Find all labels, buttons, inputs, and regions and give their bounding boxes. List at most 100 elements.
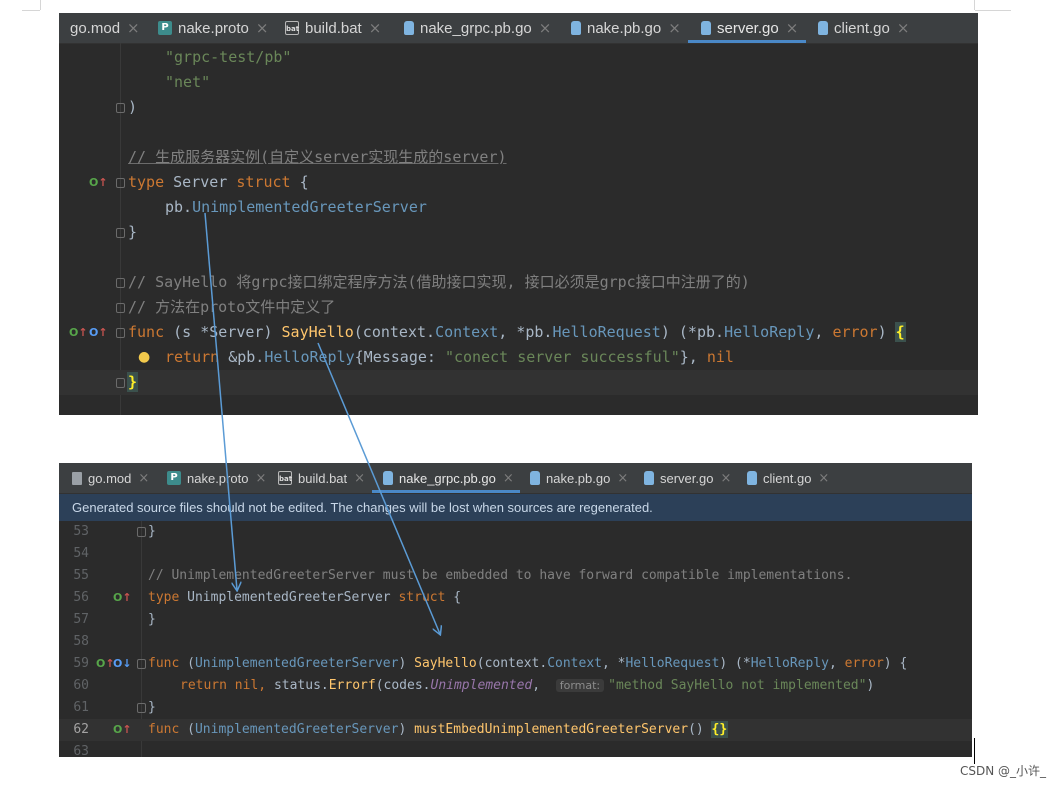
tab-server-go[interactable]: server.go × xyxy=(644,463,731,493)
fold-marker-icon[interactable] xyxy=(137,659,146,669)
tab-nake-pb-go[interactable]: nake.pb.go × xyxy=(571,13,681,43)
code-line: type UnimplementedGreeterServer struct { xyxy=(148,590,462,605)
fold-marker-icon[interactable] xyxy=(116,278,125,288)
line-number: 58 xyxy=(73,634,89,649)
override-marker-icon[interactable]: O↑ xyxy=(89,320,108,345)
fold-marker-icon[interactable] xyxy=(137,703,146,713)
close-icon[interactable]: × xyxy=(255,471,266,486)
code-line: func (UnimplementedGreeterServer) mustEm… xyxy=(148,721,729,738)
close-icon[interactable]: × xyxy=(354,471,365,486)
close-icon[interactable]: × xyxy=(138,471,149,486)
bottom-editor-panel: go.mod × Pnake.proto × bat build.bat × nake_… xyxy=(59,463,972,757)
code-line: // 方法在proto文件中定义了 xyxy=(128,298,336,316)
tab-label: build.bat xyxy=(298,470,348,486)
fold-marker-icon[interactable] xyxy=(116,178,125,188)
code-line: pb.UnimplementedGreeterServer xyxy=(165,198,427,216)
page-corner-mark xyxy=(22,10,40,11)
page-corner-mark xyxy=(40,0,41,10)
implemented-marker-icon[interactable]: O↓ xyxy=(113,653,132,675)
line-number: 60 xyxy=(73,678,89,693)
close-icon[interactable]: × xyxy=(127,19,140,37)
line-number: 55 xyxy=(73,568,89,583)
close-icon[interactable]: × xyxy=(720,471,731,486)
watermark: CSDN @_小许_ xyxy=(959,764,1046,778)
implementation-marker-icon[interactable]: O↑ xyxy=(113,587,132,609)
close-icon[interactable]: × xyxy=(503,471,514,486)
fold-marker-icon[interactable] xyxy=(116,328,125,338)
parameter-hint: format: xyxy=(555,679,605,692)
tab-label: nake_grpc.pb.go xyxy=(420,19,532,37)
code-line: func (UnimplementedGreeterServer) SayHel… xyxy=(148,656,908,671)
implementation-marker-icon[interactable]: O↑ xyxy=(113,719,132,741)
code-line: } xyxy=(148,700,156,715)
go-file-icon xyxy=(571,21,581,35)
bat-file-icon: bat xyxy=(278,471,292,485)
code-line: func (s *Server) SayHello(context.Contex… xyxy=(128,322,906,342)
tab-build-bat[interactable]: bat build.bat × xyxy=(278,463,365,493)
tab-nake-grpc-pb-go[interactable]: nake_grpc.pb.go × xyxy=(372,463,520,493)
tab-go-mod[interactable]: go.mod × xyxy=(59,13,140,43)
fold-marker-icon[interactable] xyxy=(137,527,146,537)
line-number: 59 xyxy=(73,656,89,671)
tab-label: server.go xyxy=(660,470,714,486)
line-number: 63 xyxy=(73,744,89,755)
top-editor-panel: go.mod × Pnake.proto × bat build.bat × nake_… xyxy=(59,13,978,415)
tab-label: nake.pb.go xyxy=(587,19,662,37)
implementation-marker-icon[interactable]: O↑ xyxy=(89,170,108,195)
close-icon[interactable]: × xyxy=(369,19,382,37)
tab-nake-proto[interactable]: Pnake.proto × xyxy=(167,463,266,493)
go-file-icon xyxy=(747,471,757,485)
fold-marker-icon[interactable] xyxy=(116,103,125,113)
line-number: 56 xyxy=(73,590,89,605)
fold-marker-icon[interactable] xyxy=(116,378,125,388)
close-icon[interactable]: × xyxy=(617,471,628,486)
close-icon[interactable]: × xyxy=(786,19,799,37)
code-line: ) xyxy=(128,98,138,116)
tab-label: build.bat xyxy=(305,19,362,37)
code-line: // SayHello 将grpc接口绑定程序方法(借助接口实现, 接口必须是g… xyxy=(128,273,750,291)
implementation-marker-icon[interactable]: O↑ xyxy=(96,653,115,675)
go-file-icon xyxy=(644,471,654,485)
tab-nake-pb-go[interactable]: nake.pb.go × xyxy=(530,463,628,493)
go-file-icon xyxy=(818,21,828,35)
implementation-marker-icon[interactable]: O↑ xyxy=(69,320,88,345)
intention-bulb-icon[interactable]: ● xyxy=(138,345,150,370)
top-tab-bar: go.mod × Pnake.proto × bat build.bat × nake_… xyxy=(59,13,978,44)
tab-client-go[interactable]: client.go × xyxy=(747,463,829,493)
tab-label: client.go xyxy=(763,470,812,486)
code-line: // 生成服务器实例(自定义server实现生成的server) xyxy=(128,148,507,166)
go-file-icon xyxy=(383,471,393,485)
tab-label: nake.proto xyxy=(187,470,249,486)
tab-label: server.go xyxy=(717,19,779,37)
line-number: 57 xyxy=(73,612,89,627)
close-icon[interactable]: × xyxy=(818,471,829,486)
code-line: return &pb.HelloReply{Message: "conect s… xyxy=(165,348,734,366)
close-icon[interactable]: × xyxy=(668,19,681,37)
tab-label: go.mod xyxy=(70,19,121,37)
close-icon[interactable]: × xyxy=(897,19,910,37)
tab-go-mod[interactable]: go.mod × xyxy=(72,463,149,493)
tab-nake-proto[interactable]: Pnake.proto × xyxy=(158,13,268,43)
code-line: return nil, status.Errorf(codes.Unimplem… xyxy=(180,678,875,693)
tab-client-go[interactable]: client.go × xyxy=(818,13,909,43)
code-line: type Server struct { xyxy=(128,173,309,191)
tab-label: go.mod xyxy=(88,470,132,486)
tab-label: nake.pb.go xyxy=(546,470,611,486)
text-cursor xyxy=(974,738,975,764)
code-line: } xyxy=(148,612,156,627)
go-file-icon xyxy=(404,21,414,35)
code-line: "grpc-test/pb" xyxy=(165,48,292,66)
fold-marker-icon[interactable] xyxy=(116,303,125,313)
tab-label: client.go xyxy=(834,19,890,37)
tab-label: nake_grpc.pb.go xyxy=(399,470,496,486)
close-icon[interactable]: × xyxy=(539,19,552,37)
tab-server-go[interactable]: server.go × xyxy=(688,13,806,43)
fold-marker-icon[interactable] xyxy=(116,228,125,238)
code-line: "net" xyxy=(165,73,211,91)
tab-nake-grpc-pb-go[interactable]: nake_grpc.pb.go × xyxy=(404,13,551,43)
proto-file-icon: P xyxy=(167,471,181,485)
bottom-tab-bar: go.mod × Pnake.proto × bat build.bat × nake_… xyxy=(59,463,972,494)
close-icon[interactable]: × xyxy=(256,19,269,37)
tab-build-bat[interactable]: bat build.bat × xyxy=(285,13,381,43)
go-file-icon xyxy=(530,471,540,485)
